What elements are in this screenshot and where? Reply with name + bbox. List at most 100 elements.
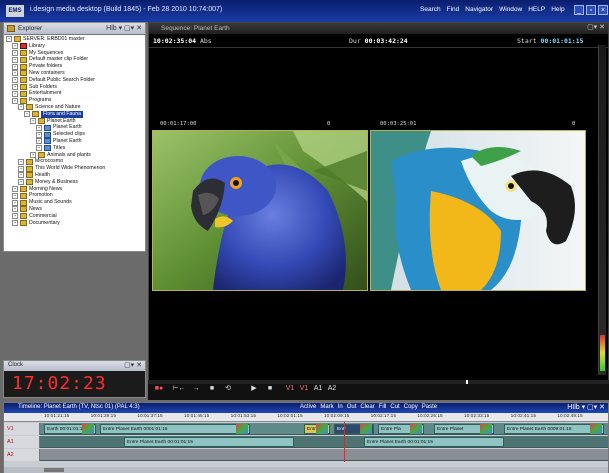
timeline-clip[interactable]: Entre Planet Earth 00:01:01:15 [364,437,504,447]
track-v1b-toggle[interactable]: V1 [298,384,310,394]
expand-icon[interactable]: + [36,138,42,145]
timeline-scrollbar[interactable] [4,467,608,473]
tree-item[interactable]: + Selected clips [6,131,145,138]
expand-icon[interactable]: + [12,206,18,213]
tree-item[interactable]: + Planet Earth [6,124,145,131]
tree-item[interactable]: + Promotion [6,192,145,199]
expand-icon[interactable]: + [12,219,18,226]
track-a2-toggle[interactable]: A2 [326,384,338,394]
viewer-controls[interactable]: ▢▾ ✕ [587,23,605,31]
expand-icon[interactable]: + [12,70,18,77]
tree-item[interactable]: + Entertainment [6,90,145,97]
expand-icon[interactable]: + [12,56,18,63]
timeline-clip[interactable]: Entre Planet Earth 0001:01:15 [100,424,250,434]
tree-item[interactable]: + Default Public Search Folder [6,77,145,84]
tree-item[interactable]: + Programs [6,97,145,104]
tool-fill[interactable]: Fill [379,404,387,410]
expand-icon[interactable]: + [36,131,42,138]
clock-controls[interactable]: ▢▾ ✕ [124,361,142,369]
tree-item[interactable]: + Library [6,43,145,50]
track-a1-toggle[interactable]: A1 [312,384,324,394]
mark-in-button[interactable]: ⊢← [172,384,186,394]
restore-button[interactable]: ▫ [586,5,596,15]
track-v1-toggle[interactable]: V1 [284,384,296,394]
menu-window[interactable]: Window [499,6,522,13]
audio-track-a1[interactable]: A1 Entre Planet Earth 00:01:01:15 Entre P… [4,436,608,448]
menu-search[interactable]: Search [420,6,441,13]
tree-item[interactable]: + Morning News [6,186,145,193]
tool-active[interactable]: Active [300,404,316,410]
tree-item[interactable]: + SERVER: ERBD01 master [6,36,145,43]
record-button[interactable]: ■● [152,384,166,394]
tree-item[interactable]: + Titles [6,145,145,152]
program-video-frame[interactable] [370,130,586,291]
expand-icon[interactable]: + [18,172,24,179]
expand-icon[interactable]: + [12,49,18,56]
scrub-playhead[interactable] [466,380,468,384]
stop-button[interactable]: ■ [206,384,218,394]
minimize-button[interactable]: _ [574,5,584,15]
expand-icon[interactable]: + [24,111,30,118]
menu-navigator[interactable]: Navigator [465,6,493,13]
expand-icon[interactable]: + [30,117,36,124]
expand-icon[interactable]: + [12,77,18,84]
menu-help-mode[interactable]: HELP [528,6,545,13]
explorer-controls[interactable]: Hlb ▾ ▢▾ ✕ [106,24,142,32]
tool-paste[interactable]: Paste [422,404,437,410]
tool-in[interactable]: In [338,404,343,410]
tree-item[interactable]: + Default master clip Folder [6,56,145,63]
expand-icon[interactable]: + [12,192,18,199]
timeline-ruler[interactable]: 10:01:21:15 10:01:29:15 10:01:37:15 10:01:4… [4,413,608,422]
tree-item[interactable]: + News [6,206,145,213]
timeline-clip[interactable]: Entre Planet Earth 00:01:01:15 [124,437,294,447]
expand-icon[interactable]: + [36,145,42,152]
source-video-frame[interactable] [152,130,368,291]
expand-icon[interactable]: + [12,43,18,50]
expand-icon[interactable]: + [12,185,18,192]
audio-track-a2[interactable]: A2 [4,449,608,461]
expand-icon[interactable]: + [18,104,24,111]
timeline-controls[interactable]: HIlb ▾ ▢▾ ✕ [567,403,605,411]
timeline-playhead[interactable] [344,422,345,462]
expand-icon[interactable]: + [36,124,42,131]
tool-out[interactable]: Out [347,404,357,410]
expand-icon[interactable]: + [12,97,18,104]
tree-item[interactable]: + Private folders [6,63,145,70]
tree-item[interactable]: + Money & Business [6,179,145,186]
tree-item[interactable]: + Microcosmo [6,158,145,165]
tool-copy[interactable]: Copy [404,404,418,410]
tree-item[interactable]: + Animals and plants [6,152,145,159]
tree-item[interactable]: + Planet Earth [6,118,145,125]
tree-item[interactable]: + Flora and Fauna [6,110,145,118]
tool-cut[interactable]: Cut [390,404,399,410]
expand-icon[interactable]: + [18,158,24,165]
expand-icon[interactable]: + [6,36,12,43]
tree-item[interactable]: + Sub Folders [6,84,145,91]
step-forward-button[interactable]: → [190,384,202,394]
close-window-button[interactable]: × [598,5,608,15]
tree-item[interactable]: + My Sequences [6,50,145,57]
loop-button[interactable]: ⟲ [222,384,234,394]
expand-icon[interactable]: + [12,83,18,90]
scroll-thumb[interactable] [44,468,64,472]
tree-item[interactable]: + New containers [6,70,145,77]
timeline-clip[interactable]: Entre Planet Earth 0009:01:15 [504,424,604,434]
expand-icon[interactable]: + [30,151,36,158]
video-track-v1[interactable]: V1 Earth 00:01:01:15 Entre Planet Earth 0… [4,423,608,435]
expand-icon[interactable]: + [12,213,18,220]
tool-mark[interactable]: Mark [320,404,333,410]
tree-item[interactable]: + Documentary [6,220,145,227]
menu-help[interactable]: Help [551,6,564,13]
tool-clear[interactable]: Clear [360,404,374,410]
expand-icon[interactable]: + [12,63,18,70]
tree-item[interactable]: + Health [6,172,145,179]
expand-icon[interactable]: + [12,90,18,97]
menu-find[interactable]: Find [447,6,460,13]
tree-item[interactable]: + This World Wide Phenomenon [6,165,145,172]
tree-item[interactable]: + Science and Nature [6,104,145,111]
tree-item[interactable]: + Planet Earth [6,138,145,145]
expand-icon[interactable]: + [18,165,24,172]
pause-button[interactable]: ■ [264,384,276,394]
expand-icon[interactable]: + [18,179,24,186]
expand-icon[interactable]: + [12,199,18,206]
